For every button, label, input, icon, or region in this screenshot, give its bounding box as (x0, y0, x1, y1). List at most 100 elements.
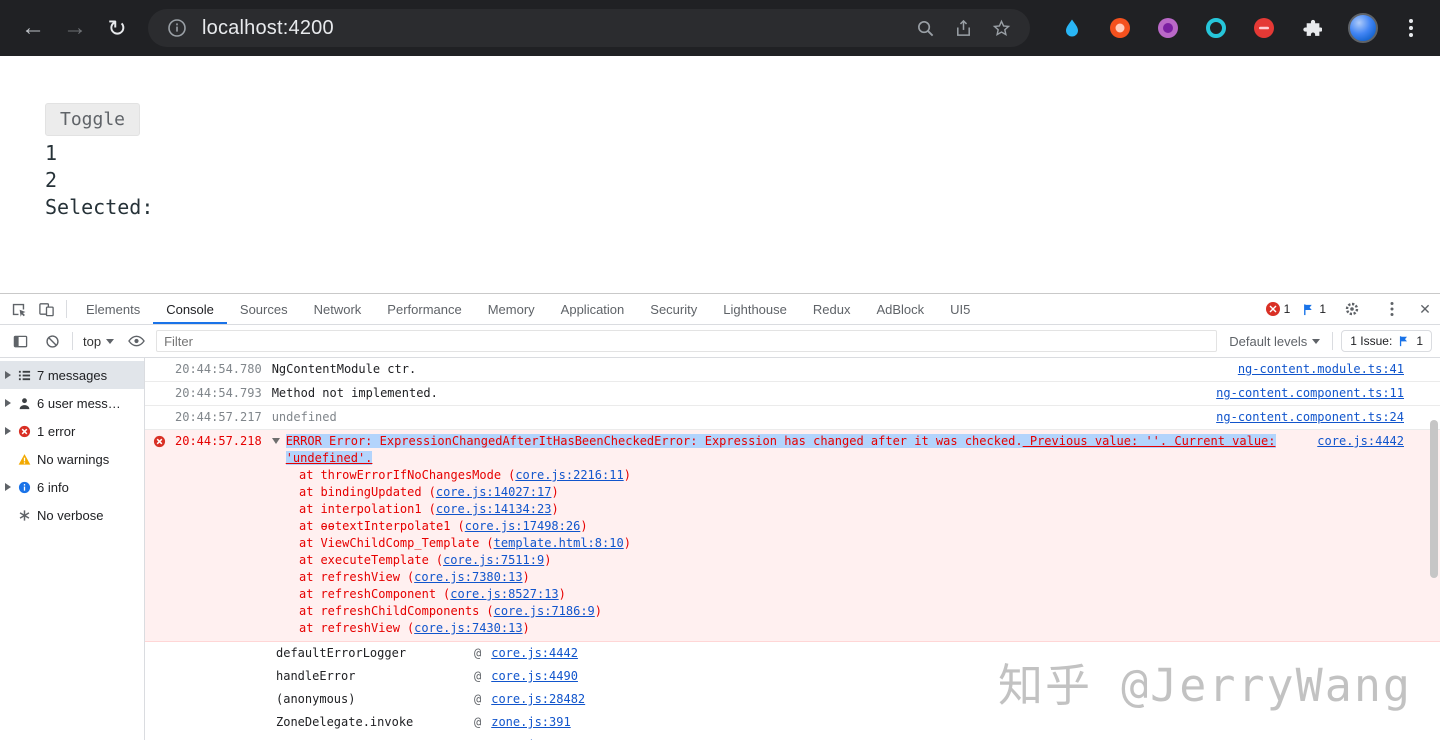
stack-source-link[interactable]: core.js:14134:23 (436, 502, 552, 516)
tab-lighthouse[interactable]: Lighthouse (710, 294, 800, 324)
devtools-tabbar: Elements Console Sources Network Perform… (0, 294, 1440, 325)
source-link[interactable]: ng-content.component.ts:11 (1200, 385, 1404, 402)
toggle-button[interactable]: Toggle (45, 103, 141, 136)
log-timestamp: 20:44:57.218 (175, 434, 262, 448)
tab-application[interactable]: Application (548, 294, 638, 324)
extension-purple-icon[interactable] (1156, 16, 1180, 40)
frame-source-link[interactable]: core.js:28482 (491, 691, 585, 708)
devtools-panel: Elements Console Sources Network Perform… (0, 293, 1440, 740)
frame-source-link[interactable]: zone.js:391 (491, 714, 570, 731)
error-count-badge[interactable]: 1 (1265, 302, 1290, 316)
screen: ← → ↻ localhost:4200 Toggle 1 2 Selected… (0, 0, 1440, 740)
tab-console[interactable]: Console (153, 294, 227, 324)
sidebar-item-warnings[interactable]: No warnings (0, 445, 144, 473)
sidebar-item-messages[interactable]: 7 messages (0, 361, 144, 389)
stack-loc: core.js:7380:13 (407, 570, 530, 584)
url-text[interactable]: localhost:4200 (202, 17, 334, 40)
settings-gear-icon[interactable] (1338, 296, 1366, 322)
sidebar-item-label: 7 messages (37, 367, 108, 383)
tab-performance[interactable]: Performance (374, 294, 474, 324)
stack-source-link[interactable]: core.js:2216:11 (515, 468, 623, 482)
error-frame-row: handleError @ core.js:4490 (145, 665, 1440, 688)
log-levels-dropdown[interactable]: Default levels (1225, 334, 1324, 349)
source-link[interactable]: ng-content.component.ts:24 (1200, 409, 1404, 426)
forward-button[interactable]: → (57, 10, 93, 46)
stack-source-link[interactable]: core.js:7430:13 (414, 621, 522, 635)
zoom-icon[interactable] (912, 15, 938, 41)
back-button[interactable]: ← (15, 10, 51, 46)
extension-adblock-icon[interactable] (1252, 16, 1276, 40)
extension-teal-icon[interactable] (1204, 16, 1228, 40)
console-log-row[interactable]: 20:44:54.793 Method not implemented. ng-… (145, 382, 1440, 406)
device-toolbar-icon[interactable] (32, 296, 60, 322)
profile-avatar[interactable] (1348, 13, 1378, 43)
sidebar-item-info[interactable]: 6 info (0, 473, 144, 501)
tab-redux[interactable]: Redux (800, 294, 864, 324)
address-bar[interactable]: localhost:4200 (148, 9, 1030, 47)
console-filter-input[interactable] (156, 330, 1218, 352)
bookmark-star-icon[interactable] (988, 15, 1014, 41)
stack-loc: core.js:2216:11 (508, 468, 631, 482)
extensions-puzzle-icon[interactable] (1300, 16, 1324, 40)
extensions-cluster (1060, 13, 1420, 43)
expand-arrow-icon[interactable] (5, 371, 11, 379)
issues-flag-badge[interactable]: 1 (1302, 302, 1326, 316)
console-log-row[interactable]: 20:44:57.217 undefined ng-content.compon… (145, 406, 1440, 430)
console-toolbar: top Default levels 1 Issue: 1 (0, 325, 1440, 358)
inspect-element-icon[interactable] (4, 296, 32, 322)
frame-context-dropdown[interactable]: top (81, 334, 116, 349)
tab-adblock[interactable]: AdBlock (863, 294, 937, 324)
stack-loc: core.js:14134:23 (429, 502, 559, 516)
error-circle-icon (153, 435, 166, 448)
stack-fn: throwErrorIfNoChangesMode (320, 468, 502, 482)
sidebar-item-user-messages[interactable]: 6 user mess… (0, 389, 144, 417)
sidebar-item-errors[interactable]: 1 error (0, 417, 144, 445)
stack-source-link[interactable]: core.js:7380:13 (414, 570, 522, 584)
stack-source-link[interactable]: core.js:7186:9 (494, 604, 595, 618)
tab-security[interactable]: Security (637, 294, 710, 324)
console-error-block[interactable]: 20:44:57.218 ERROR Error: ExpressionChan… (145, 430, 1440, 642)
tab-memory[interactable]: Memory (475, 294, 548, 324)
console-sidebar-toggle-icon[interactable] (8, 329, 32, 353)
devtools-close-icon[interactable]: ✕ (1418, 301, 1432, 318)
tab-sources[interactable]: Sources (227, 294, 301, 324)
tab-ui5[interactable]: UI5 (937, 294, 983, 324)
reload-button[interactable]: ↻ (99, 10, 135, 46)
stack-source-link[interactable]: core.js:8527:13 (450, 587, 558, 601)
clear-console-icon[interactable] (40, 329, 64, 353)
collapse-triangle-icon[interactable] (271, 438, 280, 444)
frame-source-link[interactable]: core.js:4442 (491, 645, 578, 662)
devtools-menu-icon[interactable] (1378, 296, 1406, 322)
stack-source-link[interactable]: core.js:17498:26 (465, 519, 581, 533)
frame-source-link[interactable]: core.js:4490 (491, 668, 578, 685)
stack-source-link[interactable]: template.html:8:10 (494, 536, 624, 550)
stack-frame: at ViewChildComp_Template template.html:8:… (299, 535, 1404, 552)
expand-arrow-icon[interactable] (5, 399, 11, 407)
source-link[interactable]: core.js:4442 (1301, 433, 1404, 450)
frame-function: handleError (276, 669, 356, 683)
stack-loc: core.js:14027:17 (429, 485, 559, 499)
browser-menu-icon[interactable] (1402, 19, 1420, 37)
extension-drop-icon[interactable] (1060, 16, 1084, 40)
error-stack-trace: at throwErrorIfNoChangesMode core.js:2216:… (299, 467, 1404, 637)
source-link[interactable]: ng-content.module.ts:41 (1222, 361, 1404, 378)
console-scrollbar-thumb[interactable] (1430, 420, 1438, 578)
expand-arrow-icon[interactable] (5, 483, 11, 491)
share-icon[interactable] (950, 15, 976, 41)
site-info-icon[interactable] (164, 15, 190, 41)
expand-arrow-icon[interactable] (5, 427, 11, 435)
stack-source-link[interactable]: core.js:14027:17 (436, 485, 552, 499)
tab-elements[interactable]: Elements (73, 294, 153, 324)
extension-orange-icon[interactable] (1108, 16, 1132, 40)
live-expression-eye-icon[interactable] (124, 329, 148, 353)
warning-icon (17, 453, 31, 466)
sidebar-item-label: 1 error (37, 423, 76, 439)
issues-count: 1 (1319, 302, 1326, 316)
frame-function: ZoneDelegate.invoke (276, 715, 414, 729)
console-log-row[interactable]: 20:44:54.780 NgContentModule ctr. ng-con… (145, 358, 1440, 382)
stack-source-link[interactable]: core.js:7511:9 (443, 553, 544, 567)
sidebar-item-verbose[interactable]: No verbose (0, 501, 144, 529)
issues-counter-button[interactable]: 1 Issue: 1 (1341, 330, 1432, 352)
tab-network[interactable]: Network (301, 294, 375, 324)
sidebar-item-label: No warnings (37, 451, 110, 467)
